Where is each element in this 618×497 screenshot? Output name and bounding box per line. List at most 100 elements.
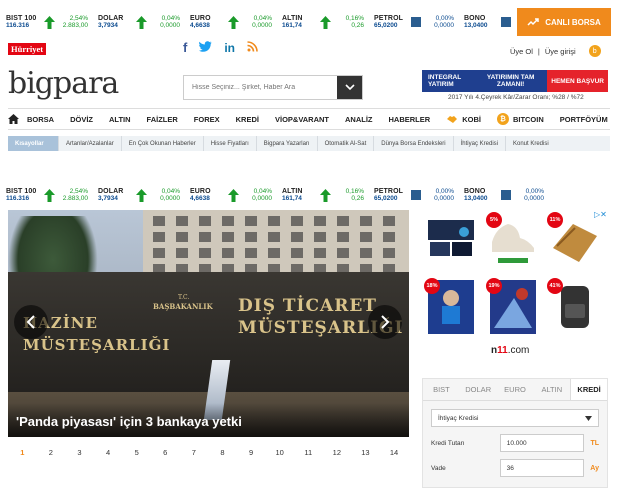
nav-kobi[interactable]: KOBİ: [438, 114, 489, 124]
nav-borsa[interactable]: BORSA: [19, 115, 62, 124]
home-icon[interactable]: [8, 114, 19, 124]
ticker-mid-item[interactable]: DOLAR 3,7934 0,04% 0,0000: [98, 188, 190, 202]
search-dropdown-button[interactable]: [337, 76, 362, 99]
nav-analiz[interactable]: ANALİZ: [337, 115, 381, 124]
discount-badge: 41%: [547, 278, 563, 294]
user-links: Üye Ol | Üye girişi b: [510, 45, 601, 57]
slider-page-6[interactable]: 6: [151, 448, 180, 457]
login-link[interactable]: Üye girişi: [545, 47, 576, 56]
loan-amount-input[interactable]: 10.000: [499, 434, 585, 452]
facebook-icon[interactable]: f: [183, 40, 187, 55]
ticker-top-item[interactable]: ALTIN 161,74 0,16% 0,26: [282, 15, 374, 29]
slider-page-4[interactable]: 4: [94, 448, 123, 457]
sign-right-line1: DIŞ TİCARET: [238, 296, 377, 316]
product-ad-grid[interactable]: ▷✕ 5% 11% 18% 19% 41%: [422, 210, 608, 365]
shortcut-mortgage[interactable]: Konut Kredisi: [506, 136, 556, 151]
bigpara-logo[interactable]: bigpara: [8, 66, 119, 101]
product-shoe[interactable]: 5%: [486, 212, 540, 269]
widget-tab-dolar[interactable]: DOLAR: [460, 379, 497, 400]
shortcut-personal-loan[interactable]: İhtiyaç Kredisi: [454, 136, 506, 151]
ticker-top-item[interactable]: BIST 100 116.316 2,54% 2.883,00: [6, 15, 98, 29]
nav-forex[interactable]: FOREX: [186, 115, 228, 124]
ticker-mid-item[interactable]: ALTIN 161,74 0,16% 0,26: [282, 188, 374, 202]
loan-type-select[interactable]: İhtiyaç Kredisi: [431, 409, 599, 427]
widget-tab-kredi̇[interactable]: KREDİ: [570, 379, 607, 400]
bitcoin-icon: ₿: [496, 113, 509, 125]
slider-prev-button[interactable]: [14, 305, 48, 339]
slider-page-3[interactable]: 3: [65, 448, 94, 457]
slider-page-8[interactable]: 8: [208, 448, 237, 457]
slider-page-11[interactable]: 11: [294, 448, 323, 457]
twitter-icon[interactable]: [199, 40, 212, 55]
slide-headline[interactable]: 'Panda piyasası' için 3 bankaya yetki: [16, 414, 242, 429]
ticker-mid-item[interactable]: EURO 4,6638 0,04% 0,0000: [190, 188, 282, 202]
widget-tab-euro[interactable]: EURO: [497, 379, 534, 400]
slider-page-13[interactable]: 13: [351, 448, 380, 457]
widget-tab-altin[interactable]: ALTIN: [533, 379, 570, 400]
shortcut-gainers-losers[interactable]: Artanlar/Azalanlar: [59, 136, 122, 151]
ad-cta[interactable]: HEMEN BAŞVUR: [547, 70, 608, 92]
n11-logo[interactable]: n11.com: [491, 345, 529, 356]
slider-page-2[interactable]: 2: [37, 448, 66, 457]
slider-page-7[interactable]: 7: [180, 448, 209, 457]
shortcut-auto-trade[interactable]: Otomatik Al-Sat: [318, 136, 375, 151]
nav-altin[interactable]: ALTIN: [101, 115, 139, 124]
live-market-button[interactable]: CANLI BORSA: [517, 8, 611, 36]
building-window: [268, 248, 280, 258]
ticker-change: 2,54% 2.883,00: [58, 15, 88, 29]
slider-page-10[interactable]: 10: [265, 448, 294, 457]
product-playstation[interactable]: [424, 212, 478, 269]
slider-page-9[interactable]: 9: [237, 448, 266, 457]
linkedin-icon[interactable]: in: [224, 41, 235, 55]
ticker-mid-item[interactable]: PETROL 65,0200 0,00% 0,0000: [374, 188, 464, 202]
nav-viop[interactable]: VİOP&VARANT: [267, 115, 337, 124]
sign-pm: BAŞBAKANLIK: [153, 302, 213, 311]
shortcut-stock-prices[interactable]: Hisse Fiyatları: [204, 136, 257, 151]
loan-term-input[interactable]: 36: [499, 459, 585, 477]
slider-page-5[interactable]: 5: [122, 448, 151, 457]
nav-doviz[interactable]: DÖVİZ: [62, 115, 101, 124]
divider: |: [537, 46, 540, 56]
slider-page-14[interactable]: 14: [380, 448, 409, 457]
sign-tc: T.C.: [178, 294, 190, 301]
nav-kredi[interactable]: KREDİ: [228, 115, 267, 124]
rss-icon[interactable]: [247, 40, 258, 55]
slider-page-12[interactable]: 12: [323, 448, 352, 457]
product-backpack[interactable]: 41%: [547, 278, 601, 335]
bigpara-badge-icon[interactable]: b: [588, 45, 601, 57]
ticker-top-item[interactable]: DOLAR 3,7934 0,04% 0,0000: [98, 15, 190, 29]
slider-next-button[interactable]: [368, 305, 402, 339]
slide-caption[interactable]: 'Panda piyasası' için 3 bankaya yetki: [8, 403, 409, 437]
news-slider[interactable]: HAZİNE MÜSTEŞARLIĞI T.C. BAŞBAKANLIK DIŞ…: [8, 210, 409, 437]
ticker-change: 0,16% 0,26: [334, 188, 364, 202]
caret-down-icon: [585, 415, 592, 421]
shortcut-world-indices[interactable]: Dünya Borsa Endeksleri: [374, 136, 454, 151]
product-pes-game[interactable]: 18%: [424, 278, 478, 335]
loan-amount-row: Kredi Tutarı 10.000 TL: [431, 434, 599, 452]
slider-page-1[interactable]: 1: [8, 448, 37, 457]
signup-link[interactable]: Üye Ol: [510, 47, 533, 56]
integral-ad-banner[interactable]: INTEGRAL YATIRIM YATIRIMIN TAM ZAMANI! H…: [422, 70, 608, 92]
hurriyet-logo[interactable]: Hürriyet: [8, 43, 47, 55]
ticker-value: 13,0400: [464, 22, 488, 29]
ticker-delta: 0,0000: [434, 22, 454, 29]
ticker-percent: 0,16%: [345, 15, 364, 22]
search-input[interactable]: [184, 76, 337, 99]
ticker-mid-item[interactable]: BIST 100 116.316 2,54% 2.883,00: [6, 188, 98, 202]
nav-portfoyum[interactable]: PORTFÖYÜM: [552, 115, 616, 124]
market-ticker: BIST 100 116.316 2,54% 2.883,00 DOLAR 3,7934 0…: [6, 181, 554, 209]
nav-faizler[interactable]: FAİZLER: [139, 115, 186, 124]
ticker-top-item[interactable]: EURO 4,6638 0,04% 0,0000: [190, 15, 282, 29]
ticker-name: BIST 100: [6, 188, 37, 195]
ticker-top-item[interactable]: PETROL 65,0200 0,00% 0,0000: [374, 15, 464, 29]
arrow-up-icon: [319, 15, 331, 29]
nav-bitcoin[interactable]: ₿ BITCOIN: [489, 113, 552, 125]
product-game-cover[interactable]: 19%: [486, 278, 540, 335]
nav-haberler[interactable]: HABERLER: [381, 115, 439, 124]
shortcut-most-read[interactable]: En Çok Okunan Haberler: [122, 136, 204, 151]
widget-tab-bist[interactable]: BIST: [423, 379, 460, 400]
product-bag[interactable]: 11%: [547, 212, 601, 269]
ticker-mid-item[interactable]: BONO 13,0400 0,00% 0,0000: [464, 188, 554, 202]
shortcut-authors[interactable]: Bigpara Yazarları: [257, 136, 318, 151]
building-window: [291, 248, 303, 258]
